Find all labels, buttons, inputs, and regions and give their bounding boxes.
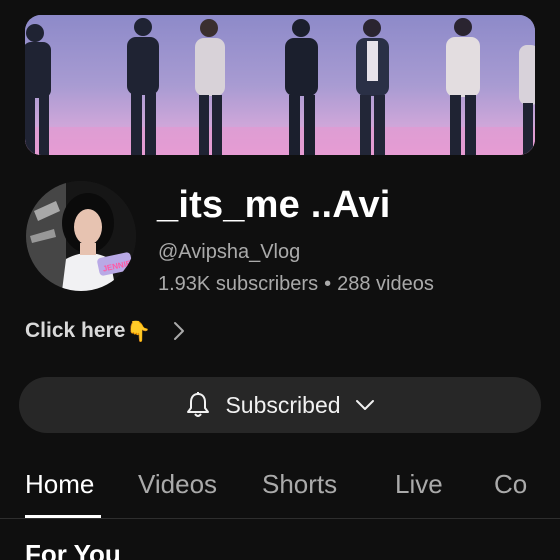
tab-live[interactable]: Live [395, 468, 443, 500]
channel-link-row[interactable]: Click here 👇 [25, 316, 185, 346]
channel-stats: 1.93K subscribers • 288 videos [158, 271, 434, 297]
avatar-image: JENNIE [26, 181, 136, 291]
active-tab-indicator [25, 515, 101, 518]
pointing-down-emoji: 👇 [126, 320, 152, 343]
subscribed-button[interactable]: Subscribed [19, 377, 541, 433]
channel-avatar[interactable]: JENNIE [26, 181, 136, 291]
chevron-right-icon[interactable] [173, 321, 185, 341]
tab-community[interactable]: Co [494, 468, 527, 500]
stats-separator: • [324, 273, 332, 295]
chevron-down-icon [355, 398, 375, 412]
section-title: For You [25, 539, 121, 560]
channel-name: _its_me ..Avi [157, 184, 391, 226]
channel-banner [25, 15, 535, 155]
tab-videos[interactable]: Videos [138, 468, 217, 500]
channel-tabs: Home Videos Shorts Live Co [0, 460, 560, 519]
channel-page: JENNIE _its_me ..Avi @Avipsha_Vlog 1.93K… [0, 0, 560, 560]
bell-icon [185, 391, 211, 419]
channel-banner-image [25, 15, 535, 155]
tab-home[interactable]: Home [25, 468, 94, 500]
subscriber-count: 1.93K subscribers [158, 273, 319, 295]
subscribed-label: Subscribed [225, 391, 341, 418]
tab-shorts[interactable]: Shorts [262, 468, 337, 500]
channel-handle: @Avipsha_Vlog [158, 241, 301, 263]
video-count: 288 videos [337, 273, 434, 295]
link-label[interactable]: Click here [25, 319, 125, 343]
